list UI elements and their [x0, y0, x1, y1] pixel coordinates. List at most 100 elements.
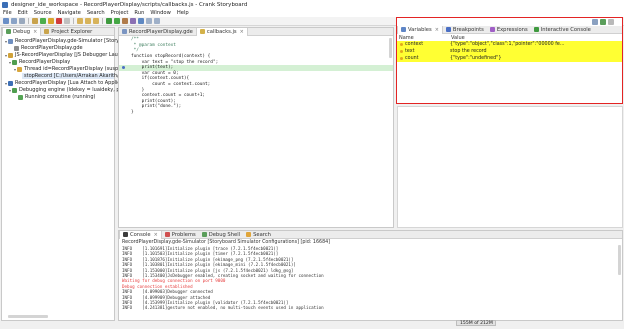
run-icon[interactable]	[114, 18, 120, 24]
tree-item-label: RecordPlayerDisplay.gde	[21, 45, 83, 51]
save-all-icon[interactable]	[19, 18, 25, 24]
variable-row-text[interactable]: text stop the record	[397, 48, 622, 55]
tab-console[interactable]: Console ×	[119, 230, 162, 239]
search-icon[interactable]	[138, 18, 144, 24]
menu-window[interactable]: Window	[150, 10, 170, 16]
menu-source[interactable]: Source	[34, 10, 52, 16]
variable-row-count[interactable]: count {"type":"undefined"}	[397, 55, 622, 62]
code-editor[interactable]: /** * @param context */ function stopRec…	[119, 36, 393, 226]
tab-file-gde[interactable]: RecordPlayerDisplay.gde	[119, 28, 196, 36]
menu-project[interactable]: Project	[111, 10, 129, 16]
menu-help[interactable]: Help	[177, 10, 189, 16]
console-output[interactable]: INFO [1.101691]Initialize plugin [trace …	[119, 246, 622, 311]
step-into-icon[interactable]	[77, 18, 83, 24]
bug-icon	[6, 29, 11, 34]
tree-item-label: stopRecord [C:/Users/Arrakan Akarith/	[24, 73, 119, 79]
tree-item-label: Debugging engine (ldekey = luaideky, por…	[19, 87, 127, 93]
menu-search[interactable]: Search	[87, 10, 105, 16]
tree-item[interactable]: ▾ RecordPlayerDisplay	[8, 59, 70, 65]
tab-file-gde-label: RecordPlayerDisplay.gde	[129, 28, 193, 35]
variable-icon	[400, 56, 403, 60]
tab-variables-label: Variables	[408, 26, 432, 33]
target-icon	[12, 59, 17, 65]
tab-debug-label: Debug	[13, 28, 31, 35]
app-icon	[2, 1, 8, 8]
storyboard-icon[interactable]	[130, 18, 136, 24]
horizontal-scrollbar[interactable]	[8, 315, 48, 318]
code-line[interactable]: }	[119, 110, 393, 116]
vertical-scrollbar[interactable]	[389, 38, 392, 58]
variable-row-context[interactable]: context {"type":"object","class":1,"poin…	[397, 41, 622, 48]
variable-value: {"type":"undefined"}	[450, 55, 502, 61]
breakpoint-icon	[445, 27, 451, 32]
suspend-icon[interactable]	[48, 18, 54, 24]
terminate-icon[interactable]	[56, 18, 62, 24]
new-file-icon[interactable]	[3, 18, 9, 24]
tree-item[interactable]: ▾ RecordPlayerDisplay.gde-Simulator [Sto…	[4, 38, 136, 44]
variable-icon	[400, 49, 403, 53]
disconnect-icon[interactable]	[64, 18, 70, 24]
coroutine-icon	[18, 94, 23, 100]
tree-item[interactable]: RecordPlayerDisplay.gde	[10, 45, 83, 51]
editor-pane: RecordPlayerDisplay.gde callbacks.js × /…	[118, 27, 394, 228]
tree-item-selected[interactable]: stopRecord [C:/Users/Arrakan Akarith/	[22, 73, 119, 79]
variable-detail-pane	[397, 106, 623, 228]
tab-debug[interactable]: Debug ×	[2, 27, 42, 36]
close-icon[interactable]: ×	[240, 29, 244, 35]
tree-item[interactable]: ▾ RecordPlayerDisplay [Lua Attach to App…	[4, 80, 135, 86]
tree-item[interactable]: ▾ JS-RecordPlayerDisplay [JS Debugger La…	[4, 52, 134, 58]
menu-navigate[interactable]: Navigate	[58, 10, 81, 16]
view-menu-icon[interactable]	[608, 19, 614, 25]
collapse-all-icon[interactable]	[592, 19, 598, 25]
step-over-icon[interactable]	[85, 18, 91, 24]
tree-item[interactable]: ▾ Debugging engine (ldekey = luaideky, p…	[8, 87, 127, 93]
title-bar: designer_ide_workspace - RecordPlayerDis…	[0, 0, 624, 9]
skip-breakpoints-icon[interactable]	[32, 18, 38, 24]
menu-edit[interactable]: Edit	[18, 10, 28, 16]
tab-search[interactable]: Search	[243, 231, 274, 239]
navigate-back-icon[interactable]	[146, 18, 152, 24]
tab-expressions[interactable]: Expressions	[487, 26, 531, 34]
console-vertical-scrollbar[interactable]	[618, 245, 621, 275]
tab-breakpoints[interactable]: Breakpoints	[443, 26, 487, 34]
tree-item-label: Thread id=RecordPlayerDisplay (suspend	[24, 66, 128, 72]
console-tabbar: Console × Problems Debug Shell Search	[119, 230, 622, 239]
close-icon[interactable]: ×	[33, 29, 37, 35]
heap-status[interactable]: 155M of 212M	[456, 320, 496, 326]
tab-expressions-label: Expressions	[496, 26, 528, 33]
tab-project-explorer[interactable]: Project Explorer	[41, 28, 95, 36]
variables-tabbar: Variables × Breakpoints Expressions Inte…	[397, 25, 622, 34]
tab-debug-shell[interactable]: Debug Shell	[199, 231, 243, 239]
column-value[interactable]: Value	[451, 35, 465, 41]
console-icon	[533, 27, 539, 32]
window-title: designer_ide_workspace - RecordPlayerDis…	[11, 1, 248, 8]
console-icon	[123, 232, 128, 237]
close-icon[interactable]: ×	[154, 232, 158, 238]
tree-item[interactable]: ▾ Thread id=RecordPlayerDisplay (suspend	[13, 66, 128, 72]
tab-console-label: Console	[130, 231, 151, 238]
tab-interactive-console[interactable]: Interactive Console	[531, 26, 594, 34]
close-icon[interactable]: ×	[435, 27, 439, 33]
step-return-icon[interactable]	[93, 18, 99, 24]
menu-run[interactable]: Run	[134, 10, 144, 16]
debug-icon[interactable]	[106, 18, 112, 24]
problems-icon	[164, 232, 170, 237]
toolbar-separator	[28, 18, 29, 24]
gde-file-icon	[122, 29, 127, 34]
column-name[interactable]: Name	[397, 35, 451, 41]
variables-icon	[401, 27, 406, 32]
resume-icon[interactable]	[40, 18, 46, 24]
tab-problems[interactable]: Problems	[162, 231, 199, 239]
debug-view: Debug × Project Explorer ▾ RecordPlayerD…	[1, 27, 136, 321]
console-view: Console × Problems Debug Shell Search Re…	[118, 230, 623, 321]
menu-file[interactable]: File	[3, 10, 12, 16]
tab-variables[interactable]: Variables ×	[397, 25, 443, 34]
tree-item[interactable]: Running coroutine (running)	[18, 94, 95, 100]
save-icon[interactable]	[11, 18, 17, 24]
tab-debug-shell-label: Debug Shell	[208, 231, 241, 238]
external-tools-icon[interactable]	[122, 18, 128, 24]
show-type-names-icon[interactable]	[600, 19, 606, 25]
expressions-icon	[489, 27, 495, 32]
tab-file-callbacks[interactable]: callbacks.js ×	[195, 27, 248, 36]
navigate-forward-icon[interactable]	[154, 18, 160, 24]
